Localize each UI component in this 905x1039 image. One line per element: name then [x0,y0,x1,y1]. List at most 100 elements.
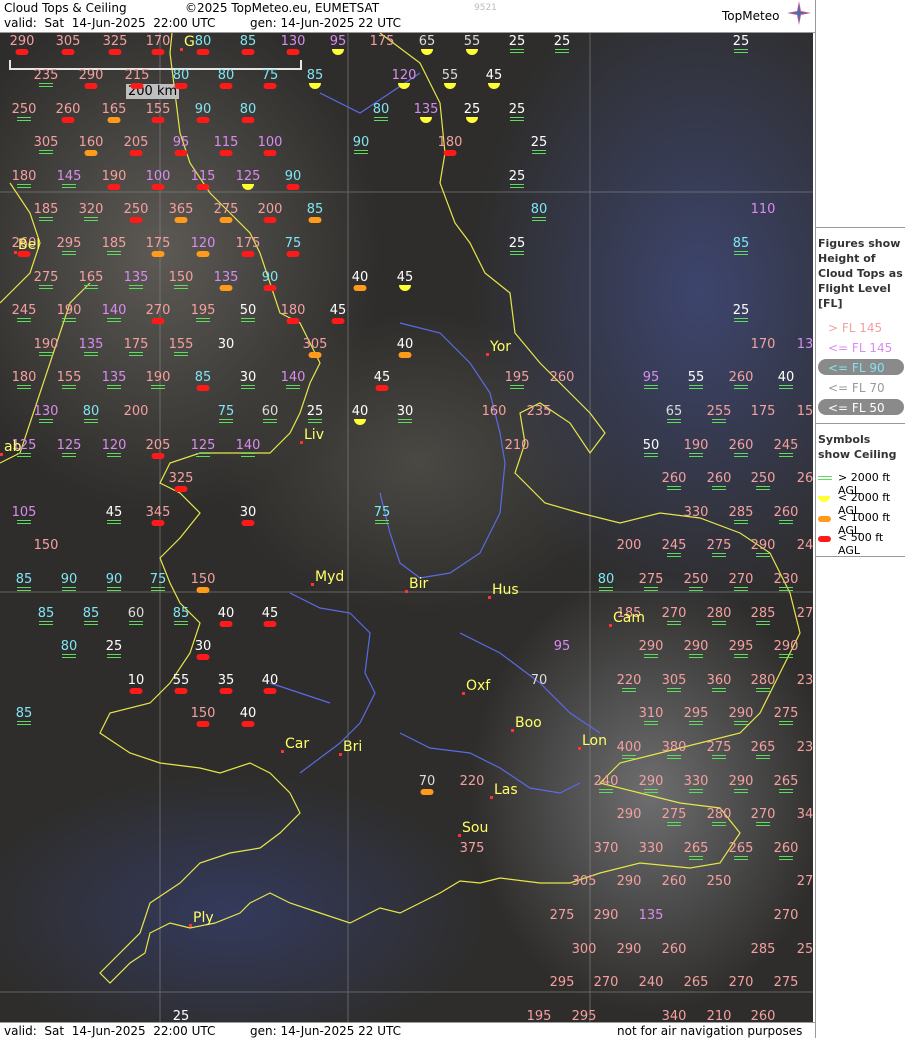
ceiling-symbol [17,721,31,725]
cloud-top-value: 260 [773,505,799,520]
cloud-top-value: 235 [33,68,59,83]
ceiling-symbol [756,553,770,557]
ceiling-symbol [689,789,703,793]
ceiling-symbol [39,285,53,289]
ceiling-symbol [84,352,98,356]
cloud-top-value: 155 [56,370,82,385]
ceiling-symbol [241,385,255,389]
cloud-top-value: 70 [418,774,436,789]
ceiling-symbol [353,285,367,291]
cloud-top-value: 260 [661,874,687,889]
cloud-top-value: 175 [369,34,395,49]
ceiling-symbol [375,385,389,391]
cloud-top-value: 40 [261,673,279,688]
legend-symbol-label: < 500 ft AGL [838,531,884,557]
ceiling-symbol [308,217,322,223]
valid-time: valid: Sat 14-Jun-2025 22:00 UTC [4,16,216,30]
cloud-top-value: 40 [351,270,369,285]
ceiling-symbol [241,49,255,55]
cloud-top-value: 75 [217,404,235,419]
cloud-top-value: 55 [172,673,190,688]
cloud-top-value: 325 [168,471,194,486]
ceiling-symbol [39,150,53,154]
ceiling-symbol [151,385,165,389]
cloud-top-value: 180 [11,169,37,184]
cloud-top-value: 85 [172,606,190,621]
ceiling-symbol [712,755,726,759]
ceiling-symbol [667,621,681,625]
cloud-top-value: 80 [597,572,615,587]
ceiling-symbol [196,117,210,123]
cloud-top-value: 135 [123,270,149,285]
ceiling-symbol [219,419,233,423]
cloud-top-value: 25 [508,34,526,49]
cloud-top-value: 80 [172,68,190,83]
ceiling-symbol [129,621,143,625]
cloud-top-value: 190 [56,303,82,318]
ceiling-symbol [17,385,31,389]
ceiling-symbol [196,453,210,457]
ceiling-symbol [555,49,569,53]
cloud-top-value: 195 [190,303,216,318]
ceiling-symbol [286,385,300,389]
ceiling-symbol [241,318,255,322]
cloud-top-value: 250 [683,572,709,587]
ceiling-symbol [263,83,277,89]
ceiling-symbol [532,217,546,221]
cloud-top-value: 30 [396,404,414,419]
legend-level-label: > FL 145 [828,321,883,335]
cloud-top-value: 25 [306,404,324,419]
cloud-top-value: 275 [661,807,687,822]
cloud-top-value: 25 [732,303,750,318]
cloud-top-value: 290 [773,639,799,654]
cloud-top-value: 270 [593,975,619,990]
cloud-top-value: 145 [56,169,82,184]
cloud-top-value: 85 [194,370,212,385]
cloud-top-value: 260 [706,471,732,486]
disclaimer: not for air navigation purposes [617,1024,803,1038]
ceiling-symbol [308,419,322,423]
cloud-top-value: 175 [123,337,149,352]
legend-level-row: > FL 145 [816,317,905,337]
ceiling-symbol [219,217,233,223]
cloud-top-value: 55 [441,68,459,83]
cloud-top-value: 185 [101,236,127,251]
cloud-top-value: 345 [145,505,171,520]
ceiling-symbol [61,117,75,123]
cloud-top-value: 50 [642,438,660,453]
ceiling-symbol [734,654,748,658]
cloud-top-value: 180 [437,135,463,150]
legend-level-row: <= FL 70 [816,377,905,397]
city-label: Lon [582,733,607,749]
ceiling-symbol [734,789,748,793]
cloud-top-value: 55 [463,34,481,49]
footer: valid: Sat 14-Jun-2025 22:00 UTC gen: 14… [0,1022,815,1039]
cloud-top-value: 165 [78,270,104,285]
ceiling-symbol [196,654,210,660]
ceiling-symbol [734,318,748,322]
ceiling-symbol [151,184,165,190]
cloud-top-value: 200 [257,202,283,217]
cloud-top-value: 190 [683,438,709,453]
cloud-top-value: 70 [530,673,548,688]
cloud-top-value: 150 [190,706,216,721]
ceiling-symbol [599,587,613,591]
cloud-top-value: 25 [105,639,123,654]
cloud-top-value: 260 [728,438,754,453]
cloud-top-value: 290 [638,774,664,789]
city-label: Ply [193,910,214,926]
ceiling-symbol [398,419,412,423]
cloud-top-value: 85 [15,572,33,587]
cloud-top-value: 295 [56,236,82,251]
cloud-top-value: 275 [213,202,239,217]
image-id: 9521 [474,3,497,13]
cloud-top-value: 95 [172,135,190,150]
cloud-top-value: 285 [750,942,776,957]
ceiling-symbol [689,453,703,457]
cloud-top-value: 320 [78,202,104,217]
cloud-top-value: 25 [553,34,571,49]
cloud-top-value: 75 [261,68,279,83]
legend-symbol-row: < 1000 ft AGL [816,508,905,537]
city-label: Yor [490,339,512,355]
ceiling-symbol [151,520,165,526]
